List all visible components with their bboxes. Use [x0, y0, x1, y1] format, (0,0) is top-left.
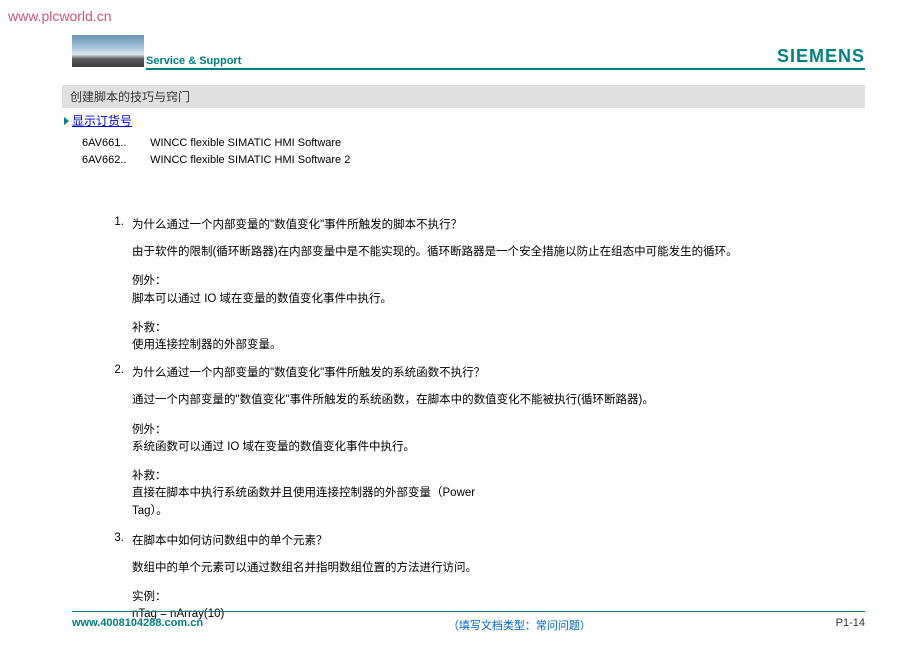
page-header: Service & Support SIEMENS	[72, 35, 865, 67]
qa-item-1: 1. 为什么通过一个内部变量的"数值变化"事件所触发的脚本不执行？ 由于软件的限…	[107, 216, 865, 354]
answer-2: 通过一个内部变量的"数值变化"事件所触发的系统函数，在脚本中的数值变化不能被执行…	[132, 392, 865, 409]
supplement-label-1: 补救：	[132, 320, 865, 337]
question-num-2: 2.	[107, 364, 132, 380]
question-num-1: 1.	[107, 216, 132, 232]
question-num-3: 3.	[107, 532, 132, 548]
question-text-2: 为什么通过一个内部变量的"数值变化"事件所触发的系统函数不执行？	[132, 364, 485, 380]
question-row-2: 2. 为什么通过一个内部变量的"数值变化"事件所触发的系统函数不执行？	[107, 364, 865, 380]
exception-label-1: 例外：	[132, 273, 865, 290]
product-row-1: 6AV661.. WINCC flexible SIMATIC HMI Soft…	[62, 135, 865, 152]
product-code-1: 6AV661..	[82, 135, 147, 152]
header-banner-image	[72, 35, 144, 67]
order-link-row: 显示订货号	[62, 112, 865, 129]
watermark-text: www.plcworld.cn	[8, 8, 111, 24]
footer-page-number: P1-14	[836, 617, 865, 633]
header-left: Service & Support	[72, 35, 241, 67]
supplement-label-2: 补救：	[132, 468, 865, 485]
page-footer: www.4008104288.com.cn （填写文档类型：常问问题） P1-1…	[72, 611, 865, 633]
product-name-1: WINCC flexible SIMATIC HMI Software	[150, 137, 341, 149]
product-name-2: WINCC flexible SIMATIC HMI Software 2	[150, 154, 350, 166]
footer-url: www.4008104288.com.cn	[72, 617, 203, 633]
content-area: 创建脚本的技巧与窍门 显示订货号 6AV661.. WINCC flexible…	[62, 85, 865, 634]
exception-2: 系统函数可以通过 IO 域在变量的数值变化事件中执行。	[132, 439, 865, 456]
supplement-2a: 直接在脚本中执行系统函数并且使用连接控制器的外部变量（Power	[132, 485, 865, 502]
qa-item-3: 3. 在脚本中如何访问数组中的单个元素？ 数组中的单个元素可以通过数组名并指明数…	[107, 532, 865, 624]
header-underline	[146, 68, 865, 70]
supplement-1: 使用连接控制器的外部变量。	[132, 337, 865, 354]
answer-block-2: 通过一个内部变量的"数值变化"事件所触发的系统函数，在脚本中的数值变化不能被执行…	[107, 392, 865, 520]
show-order-number-link[interactable]: 显示订货号	[72, 112, 132, 129]
answer-block-1: 由于软件的限制(循环断路器)在内部变量中是不能实现的。循环断路器是一个安全措施以…	[107, 244, 865, 354]
qa-item-2: 2. 为什么通过一个内部变量的"数值变化"事件所触发的系统函数不执行？ 通过一个…	[107, 364, 865, 520]
answer-1: 由于软件的限制(循环断路器)在内部变量中是不能实现的。循环断路器是一个安全措施以…	[132, 244, 865, 261]
service-support-label: Service & Support	[146, 55, 241, 67]
exception-1: 脚本可以通过 IO 域在变量的数值变化事件中执行。	[132, 291, 865, 308]
question-row-1: 1. 为什么通过一个内部变量的"数值变化"事件所触发的脚本不执行？	[107, 216, 865, 232]
triangle-icon	[64, 117, 69, 125]
question-row-3: 3. 在脚本中如何访问数组中的单个元素？	[107, 532, 865, 548]
answer-3: 数组中的单个元素可以通过数组名并指明数组位置的方法进行访问。	[132, 560, 865, 577]
siemens-logo: SIEMENS	[777, 46, 865, 67]
document-title: 创建脚本的技巧与窍门	[62, 85, 865, 108]
supplement-2b: Tag）。	[132, 503, 865, 520]
product-row-2: 6AV662.. WINCC flexible SIMATIC HMI Soft…	[62, 152, 865, 169]
footer-doc-type: （填写文档类型：常问问题）	[448, 617, 591, 633]
main-content: 1. 为什么通过一个内部变量的"数值变化"事件所触发的脚本不执行？ 由于软件的限…	[62, 168, 865, 624]
product-code-2: 6AV662..	[82, 152, 147, 169]
question-text-3: 在脚本中如何访问数组中的单个元素？	[132, 532, 328, 548]
question-text-1: 为什么通过一个内部变量的"数值变化"事件所触发的脚本不执行？	[132, 216, 462, 232]
example-label-3: 实例：	[132, 589, 865, 606]
exception-label-2: 例外：	[132, 422, 865, 439]
